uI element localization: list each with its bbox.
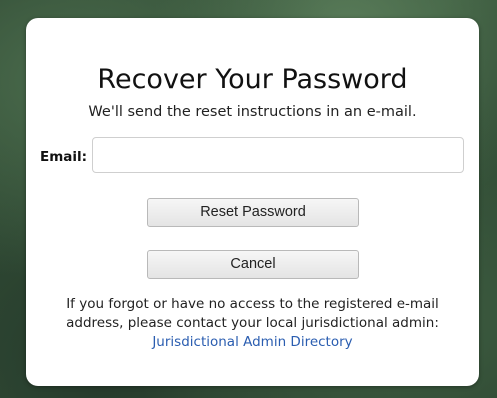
help-text-line-2: address, please contact your local juris…: [66, 315, 439, 331]
help-text: If you forgot or have no access to the r…: [26, 295, 479, 352]
email-field[interactable]: [92, 137, 464, 173]
dialog-subtitle: We'll send the reset instructions in an …: [88, 104, 417, 120]
dialog-title: Recover Your Password: [97, 64, 408, 95]
email-label: Email:: [40, 149, 88, 165]
recover-password-dialog: Recover Your Password We'll send the res…: [26, 18, 479, 386]
admin-directory-link[interactable]: Jurisdictional Admin Directory: [152, 333, 352, 352]
help-text-line-1: If you forgot or have no access to the r…: [66, 296, 439, 312]
cancel-button[interactable]: Cancel: [147, 250, 359, 279]
reset-password-button[interactable]: Reset Password: [147, 198, 359, 227]
